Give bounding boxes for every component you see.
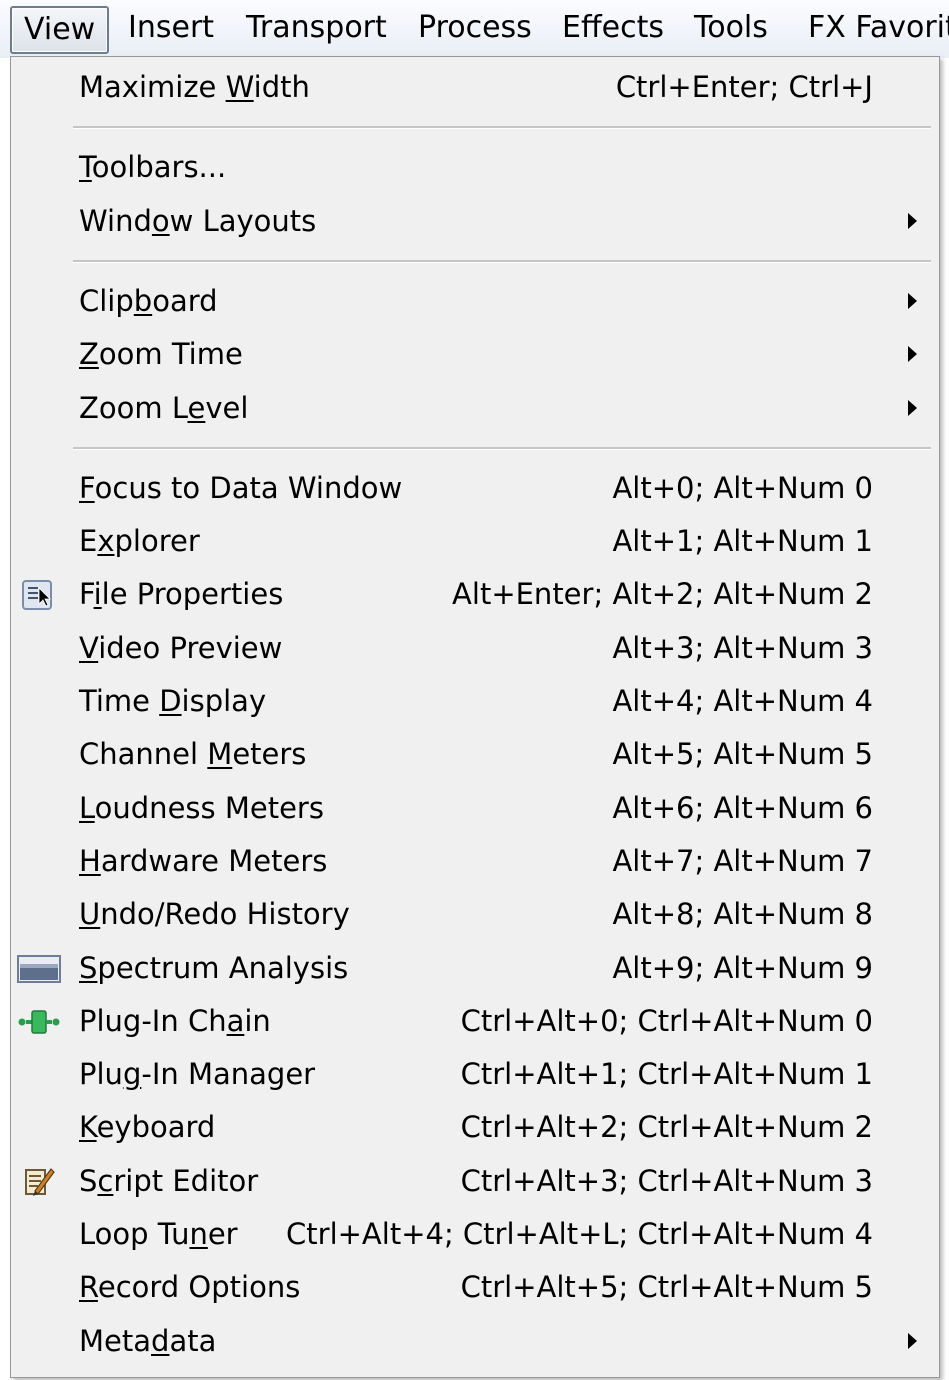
menu-item-label: Record Options	[79, 1270, 301, 1305]
menu-item-shortcut: Alt+3; Alt+Num 3	[612, 630, 873, 665]
menu-item-label: Video Preview	[79, 630, 283, 665]
menu-item-label: Explorer	[79, 524, 200, 559]
menu-item-shortcut: Alt+8; Alt+Num 8	[612, 897, 873, 932]
menu-item-shortcut: Alt+5; Alt+Num 5	[612, 737, 873, 772]
menu-fx-favorites[interactable]: FX Favorit	[796, 6, 949, 50]
menu-item-shortcut: Alt+0; Alt+Num 0	[612, 470, 873, 505]
menu-item-keyboard[interactable]: Keyboard Ctrl+Alt+2; Ctrl+Alt+Num 2	[11, 1101, 939, 1154]
menu-item-label: Channel Meters	[79, 737, 307, 772]
menu-separator	[73, 446, 931, 450]
menu-item-toolbars[interactable]: Toolbars...	[11, 141, 939, 194]
menu-item-channel-meters[interactable]: Channel Meters Alt+5; Alt+Num 5	[11, 728, 939, 781]
menu-item-label: Loop Tuner	[79, 1217, 238, 1251]
menu-insert[interactable]: Insert	[116, 6, 226, 50]
menu-item-shortcut: Ctrl+Alt+1; Ctrl+Alt+Num 1	[460, 1057, 873, 1092]
spectrum-analysis-icon	[17, 952, 61, 986]
menu-item-maximize-width[interactable]: Maximize Width Ctrl+Enter; Ctrl+J	[11, 61, 939, 114]
menu-item-shortcut: Ctrl+Alt+3; Ctrl+Alt+Num 3	[460, 1163, 873, 1198]
script-editor-icon	[21, 1165, 55, 1199]
menu-item-shortcut: Alt+1; Alt+Num 1	[612, 524, 873, 559]
menu-item-plug-in-manager[interactable]: Plug-In Manager Ctrl+Alt+1; Ctrl+Alt+Num …	[11, 1048, 939, 1101]
view-dropdown-menu: Maximize Width Ctrl+Enter; Ctrl+J Toolbars…	[10, 56, 940, 1378]
menu-item-zoom-level[interactable]: Zoom Level	[11, 382, 939, 435]
menu-item-shortcut: Alt+6; Alt+Num 6	[612, 790, 873, 825]
menu-item-label: Script Editor	[79, 1163, 259, 1198]
menu-view[interactable]: View	[10, 6, 110, 54]
submenu-arrow-icon	[908, 346, 917, 363]
submenu-arrow-icon	[908, 212, 917, 229]
file-properties-icon	[21, 578, 55, 612]
submenu-arrow-icon	[908, 1332, 917, 1349]
menu-item-explorer[interactable]: Explorer Alt+1; Alt+Num 1	[11, 515, 939, 568]
menu-item-shortcut: Ctrl+Enter; Ctrl+J	[615, 70, 873, 104]
menu-item-label: Time Display	[79, 684, 267, 718]
menu-item-spectrum-analysis[interactable]: Spectrum Analysis Alt+9; Alt+Num 9	[11, 942, 939, 995]
menu-item-time-display[interactable]: Time Display Alt+4; Alt+Num 4	[11, 675, 939, 728]
menu-item-shortcut: Alt+9; Alt+Num 9	[612, 950, 873, 985]
menu-item-label: Zoom Time	[79, 337, 243, 372]
menu-item-video-preview[interactable]: Video Preview Alt+3; Alt+Num 3	[11, 622, 939, 675]
menu-item-label: Maximize Width	[79, 70, 310, 104]
menu-item-plug-in-chain[interactable]: Plug-In Chain Ctrl+Alt+0; Ctrl+Alt+Num 0	[11, 995, 939, 1048]
menu-item-label: Undo/Redo History	[79, 897, 350, 932]
menu-item-record-options[interactable]: Record Options Ctrl+Alt+5; Ctrl+Alt+Num 5	[11, 1261, 939, 1314]
menu-item-window-layouts[interactable]: Window Layouts	[11, 195, 939, 248]
menu-separator	[73, 259, 931, 263]
menu-item-label: Metadata	[79, 1323, 217, 1358]
menu-item-shortcut: Ctrl+Alt+4; Ctrl+Alt+L; Ctrl+Alt+Num 4	[286, 1217, 873, 1251]
menu-item-label: Zoom Level	[79, 390, 249, 425]
menu-item-metadata[interactable]: Metadata	[11, 1315, 939, 1368]
menu-item-clipboard[interactable]: Clipboard	[11, 275, 939, 328]
menu-effects[interactable]: Effects	[550, 6, 676, 50]
menu-item-label: Toolbars...	[79, 150, 227, 185]
menu-transport[interactable]: Transport	[234, 6, 399, 50]
menu-item-shortcut: Alt+Enter; Alt+2; Alt+Num 2	[452, 577, 873, 612]
menu-item-file-properties[interactable]: File Properties Alt+Enter; Alt+2; Alt+Num…	[11, 568, 939, 621]
menu-item-label: Window Layouts	[79, 203, 317, 238]
submenu-arrow-icon	[908, 292, 917, 309]
menu-item-undo-redo-history[interactable]: Undo/Redo History Alt+8; Alt+Num 8	[11, 888, 939, 941]
menu-item-label: Focus to Data Window	[79, 470, 403, 505]
menu-item-zoom-time[interactable]: Zoom Time	[11, 328, 939, 381]
menu-item-shortcut: Ctrl+Alt+0; Ctrl+Alt+Num 0	[460, 1003, 873, 1038]
menu-item-shortcut: Ctrl+Alt+2; Ctrl+Alt+Num 2	[460, 1110, 873, 1145]
menu-item-shortcut: Alt+4; Alt+Num 4	[612, 684, 873, 718]
menu-item-script-editor[interactable]: Script Editor Ctrl+Alt+3; Ctrl+Alt+Num 3	[11, 1155, 939, 1208]
menu-item-label: Hardware Meters	[79, 843, 328, 878]
menu-item-focus-to-data-window[interactable]: Focus to Data Window Alt+0; Alt+Num 0	[11, 462, 939, 515]
menu-item-loudness-meters[interactable]: Loudness Meters Alt+6; Alt+Num 6	[11, 782, 939, 835]
menu-item-label: Keyboard	[79, 1110, 216, 1145]
menu-separator	[73, 126, 931, 130]
menu-bar: View Insert Transport Process Effects To…	[0, 0, 949, 58]
menu-item-label: Loudness Meters	[79, 790, 324, 825]
menu-item-label: Clipboard	[79, 283, 218, 318]
menu-item-shortcut: Alt+7; Alt+Num 7	[612, 843, 873, 878]
menu-item-shortcut: Ctrl+Alt+5; Ctrl+Alt+Num 5	[460, 1270, 873, 1305]
menu-item-hardware-meters[interactable]: Hardware Meters Alt+7; Alt+Num 7	[11, 835, 939, 888]
menu-item-label: Plug-In Chain	[79, 1003, 271, 1038]
menu-tools[interactable]: Tools	[682, 6, 780, 50]
submenu-arrow-icon	[908, 399, 917, 416]
menu-item-label: File Properties	[79, 577, 284, 612]
menu-item-label: Spectrum Analysis	[79, 950, 349, 985]
menu-item-label: Plug-In Manager	[79, 1057, 316, 1092]
menu-item-loop-tuner[interactable]: Loop Tuner Ctrl+Alt+4; Ctrl+Alt+L; Ctrl+A…	[11, 1208, 939, 1261]
plugin-chain-icon	[17, 1005, 61, 1039]
menu-process[interactable]: Process	[406, 6, 544, 50]
